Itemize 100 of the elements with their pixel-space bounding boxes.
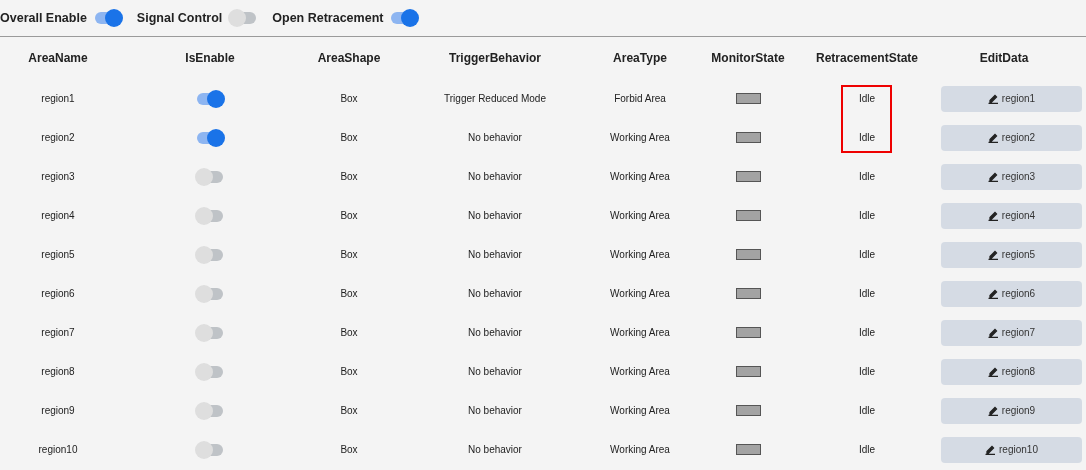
table-cell: Box	[340, 405, 358, 416]
pencil-icon	[987, 288, 999, 299]
edit-button[interactable]: region7	[941, 319, 1082, 346]
edit-button[interactable]: region3	[941, 163, 1082, 190]
table-cell: No behavior	[468, 405, 522, 416]
pencil-icon	[987, 171, 999, 182]
table-cell: region7	[41, 327, 75, 338]
table-cell: Working Area	[610, 171, 670, 182]
table-cell: region4	[41, 210, 75, 221]
table-cell: region10	[38, 444, 78, 455]
table-cell: Idle	[858, 327, 876, 338]
table-cell: Idle	[858, 366, 876, 377]
table-cell: Working Area	[610, 249, 670, 260]
edit-button[interactable]: region2	[941, 124, 1082, 151]
toggle-switch[interactable]	[195, 440, 225, 459]
edit-button[interactable]: region5	[941, 241, 1082, 268]
toggle-switch[interactable]	[195, 362, 225, 381]
table-cell: Box	[340, 171, 358, 182]
table-cell: Working Area	[610, 132, 670, 143]
pencil-icon	[987, 405, 999, 416]
status-indicator	[735, 405, 761, 416]
edit-button[interactable]: region6	[941, 280, 1082, 307]
column-header: AreaType	[612, 50, 668, 67]
edit-button[interactable]: region4	[941, 202, 1082, 229]
table-cell: region2	[41, 132, 75, 143]
table-cell: Idle	[858, 171, 876, 182]
toggle-switch[interactable]	[195, 401, 225, 420]
status-indicator	[735, 288, 761, 299]
table-cell: Idle	[858, 249, 876, 260]
edit-button[interactable]: region9	[941, 397, 1082, 424]
column-header: IsEnable	[184, 50, 236, 67]
table-cell: Idle	[858, 444, 876, 455]
toggle-label: Overall Enable	[0, 11, 87, 25]
toggle-switch[interactable]	[195, 323, 225, 342]
column-header: AreaShape	[316, 50, 382, 67]
status-indicator	[735, 210, 761, 221]
status-indicator	[735, 444, 761, 455]
edit-button[interactable]: region8	[941, 358, 1082, 385]
table-cell: Box	[340, 249, 358, 260]
table-cell: No behavior	[468, 288, 522, 299]
toggle-switch[interactable]	[195, 89, 225, 108]
pencil-icon	[987, 327, 999, 338]
table-cell: region8	[41, 366, 75, 377]
column-header: MonitorState	[710, 50, 786, 67]
table-cell: Working Area	[610, 366, 670, 377]
table-cell: No behavior	[468, 444, 522, 455]
pencil-icon	[987, 93, 999, 104]
toggle-switch[interactable]	[195, 128, 225, 147]
table-cell: No behavior	[468, 249, 522, 260]
table-cell: Trigger Reduced Mode	[444, 93, 546, 104]
status-indicator	[735, 327, 761, 338]
table-cell: region6	[41, 288, 75, 299]
pencil-icon	[987, 366, 999, 377]
toggle-switch[interactable]	[195, 206, 225, 225]
pencil-icon	[987, 249, 999, 260]
pencil-icon	[985, 444, 997, 455]
table-cell: region5	[41, 249, 75, 260]
toggle-switch[interactable]	[195, 245, 225, 264]
table-cell: Working Area	[610, 444, 670, 455]
table-cell: Box	[340, 366, 358, 377]
table-cell: Idle	[858, 132, 876, 143]
status-indicator	[735, 132, 761, 143]
table-cell: region1	[41, 93, 75, 104]
pencil-icon	[987, 210, 999, 221]
table-cell: Box	[340, 288, 358, 299]
table-cell: Box	[340, 132, 358, 143]
column-header: AreaName	[27, 50, 89, 67]
toggle-switch[interactable]	[195, 167, 225, 186]
table-cell: No behavior	[468, 210, 522, 221]
edit-button[interactable]: region1	[941, 85, 1082, 112]
table-cell: Box	[340, 444, 358, 455]
toggle-label: Signal Control	[136, 11, 223, 25]
table-cell: No behavior	[468, 366, 522, 377]
table-cell: Box	[340, 93, 358, 104]
table-cell: No behavior	[468, 327, 522, 338]
toggle-label: Open Retracement	[272, 11, 384, 25]
column-header: TriggerBehavior	[448, 50, 542, 67]
edit-button[interactable]: region10	[941, 436, 1082, 463]
table-cell: Idle	[858, 405, 876, 416]
table-cell: Working Area	[610, 210, 670, 221]
table-cell: Idle	[858, 288, 876, 299]
table-cell: Box	[340, 327, 358, 338]
status-indicator	[735, 93, 761, 104]
table-cell: Working Area	[610, 405, 670, 416]
table-cell: Working Area	[610, 288, 670, 299]
status-indicator	[735, 366, 761, 377]
column-header: RetracementState	[814, 50, 919, 67]
table-cell: Working Area	[610, 327, 670, 338]
table-cell: region9	[41, 405, 75, 416]
table-cell: No behavior	[468, 132, 522, 143]
toggle-switch[interactable]	[195, 284, 225, 303]
table-cell: region3	[41, 171, 75, 182]
table-cell: Idle	[858, 93, 876, 104]
table-cell: No behavior	[468, 171, 522, 182]
table-cell: Forbid Area	[614, 93, 666, 104]
toggle-switch[interactable]	[389, 9, 420, 27]
table-cell: Idle	[858, 210, 876, 221]
status-indicator	[735, 249, 761, 260]
table-cell: Box	[340, 210, 358, 221]
status-indicator	[735, 171, 761, 182]
